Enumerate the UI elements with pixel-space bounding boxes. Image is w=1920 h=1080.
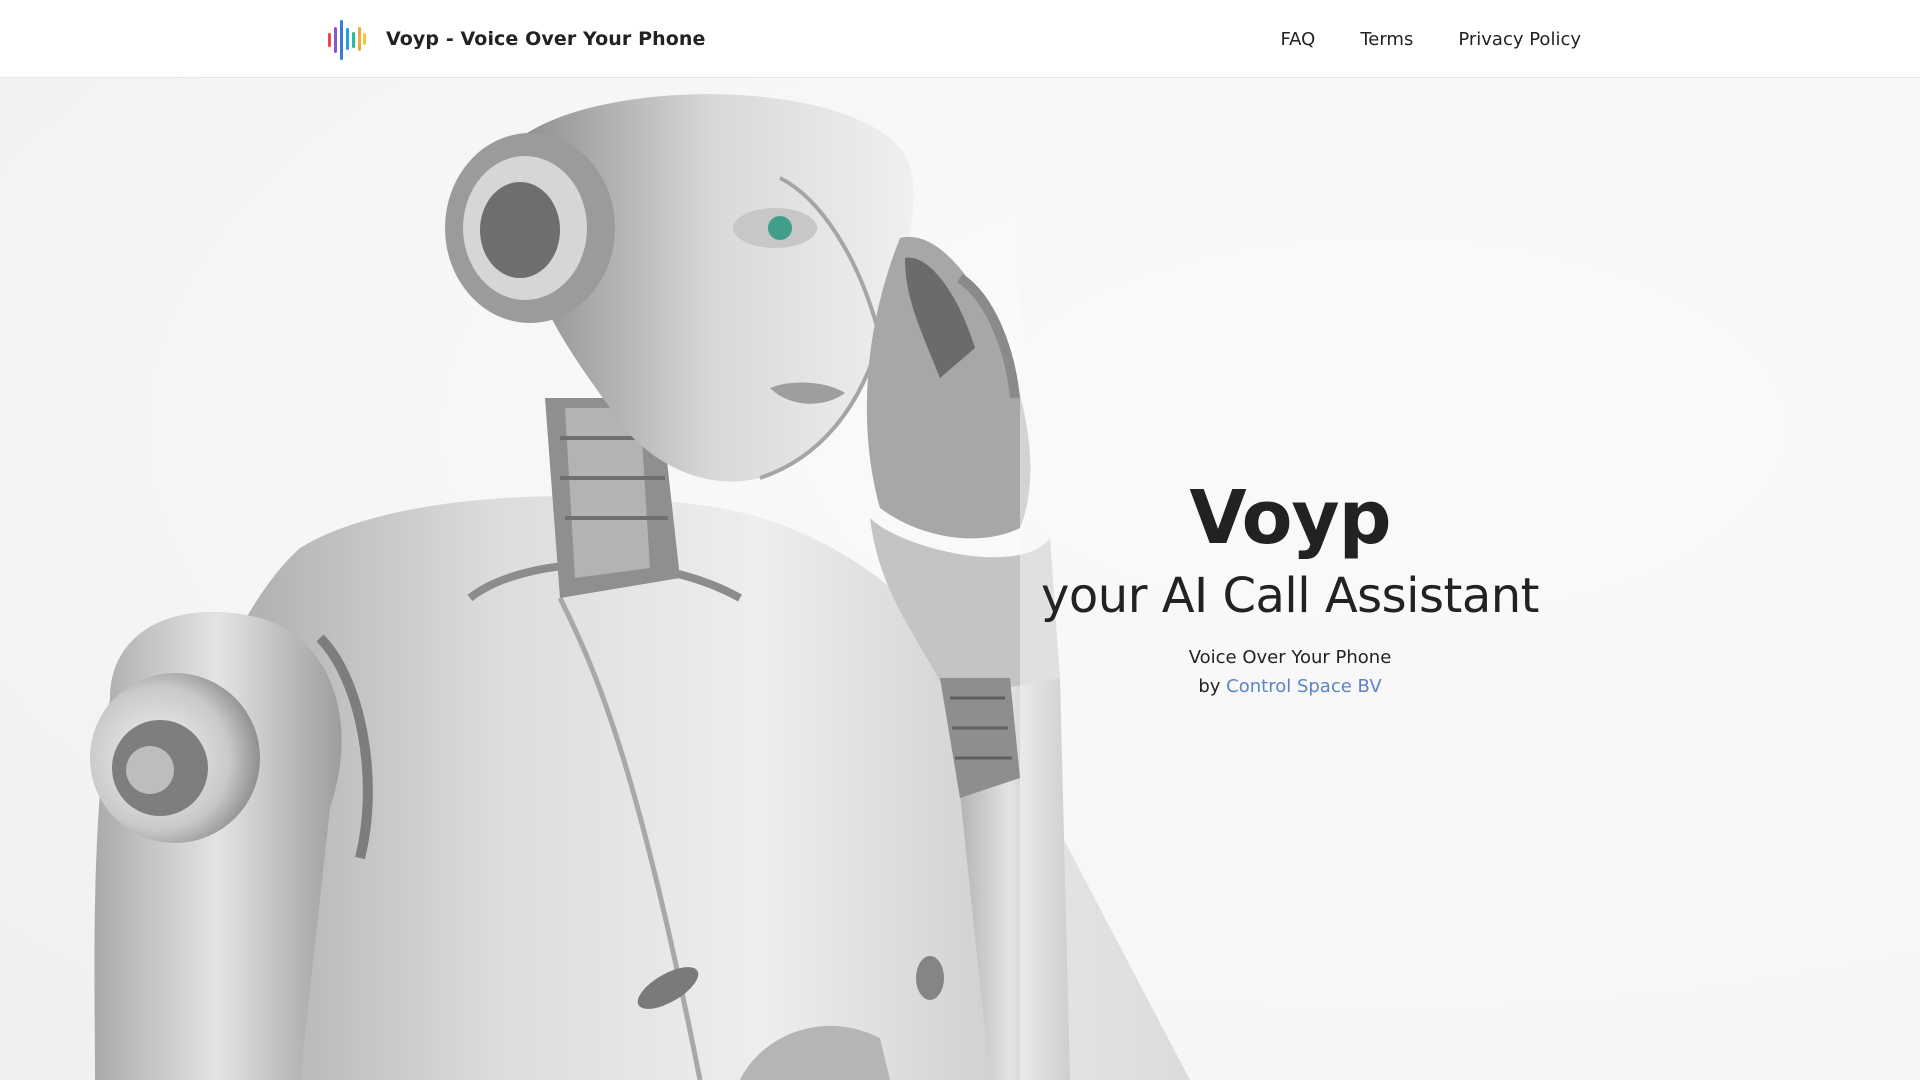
company-link[interactable]: Control Space BV: [1226, 676, 1381, 697]
hero-subtitle: your AI Call Assistant: [1041, 568, 1539, 624]
hero-text-block: Voyp your AI Call Assistant Voice Over Y…: [1040, 473, 1540, 701]
sound-wave-icon: [328, 20, 366, 60]
hero-section: Voyp your AI Call Assistant Voice Over Y…: [0, 78, 1920, 1080]
hero-byline: by Control Space BV: [1040, 672, 1540, 701]
nav-link-faq[interactable]: FAQ: [1280, 29, 1315, 50]
robot-hero-image: [90, 78, 1920, 1080]
brand-title: Voyp - Voice Over Your Phone: [386, 28, 706, 50]
top-navbar: Voyp - Voice Over Your Phone FAQ Terms P…: [0, 0, 1920, 78]
hero-title: Voyp: [1189, 475, 1391, 561]
nav-link-terms[interactable]: Terms: [1360, 29, 1413, 50]
nav-link-privacy-policy[interactable]: Privacy Policy: [1458, 29, 1581, 50]
main-nav: FAQ Terms Privacy Policy: [1280, 0, 1581, 78]
hero-tagline: Voice Over Your Phone: [1188, 647, 1392, 668]
brand-home-link[interactable]: Voyp - Voice Over Your Phone: [326, 18, 706, 60]
byline-prefix: by: [1198, 676, 1221, 697]
